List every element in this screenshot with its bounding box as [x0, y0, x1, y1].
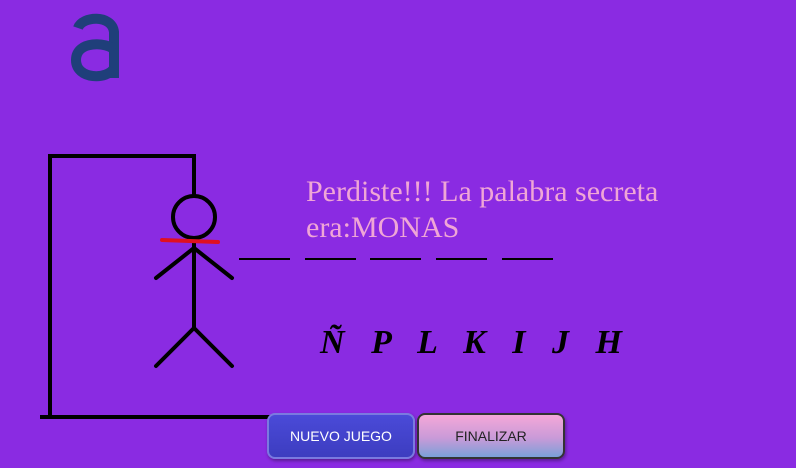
- wrong-letter: L: [417, 324, 439, 361]
- finish-button[interactable]: FINALIZAR: [417, 413, 565, 459]
- noose: [160, 238, 220, 244]
- man-head: [171, 194, 217, 240]
- wrong-letter: H: [595, 324, 624, 361]
- wrong-letter: I: [512, 324, 528, 361]
- hanged-man: [154, 194, 234, 368]
- man-right-arm: [192, 246, 234, 280]
- wrong-letters: Ñ P L K I J H: [320, 324, 624, 362]
- man-left-arm: [154, 246, 196, 280]
- man-right-leg: [192, 326, 234, 368]
- wrong-letter: P: [371, 324, 393, 361]
- wrong-letter: Ñ: [320, 324, 347, 361]
- wrong-letter: J: [552, 324, 572, 361]
- game-over-message: Perdiste!!! La palabra secreta era:MONAS: [306, 175, 659, 244]
- new-game-button[interactable]: NUEVO JUEGO: [267, 413, 415, 459]
- man-left-leg: [154, 326, 196, 368]
- wrong-letter: K: [463, 324, 488, 361]
